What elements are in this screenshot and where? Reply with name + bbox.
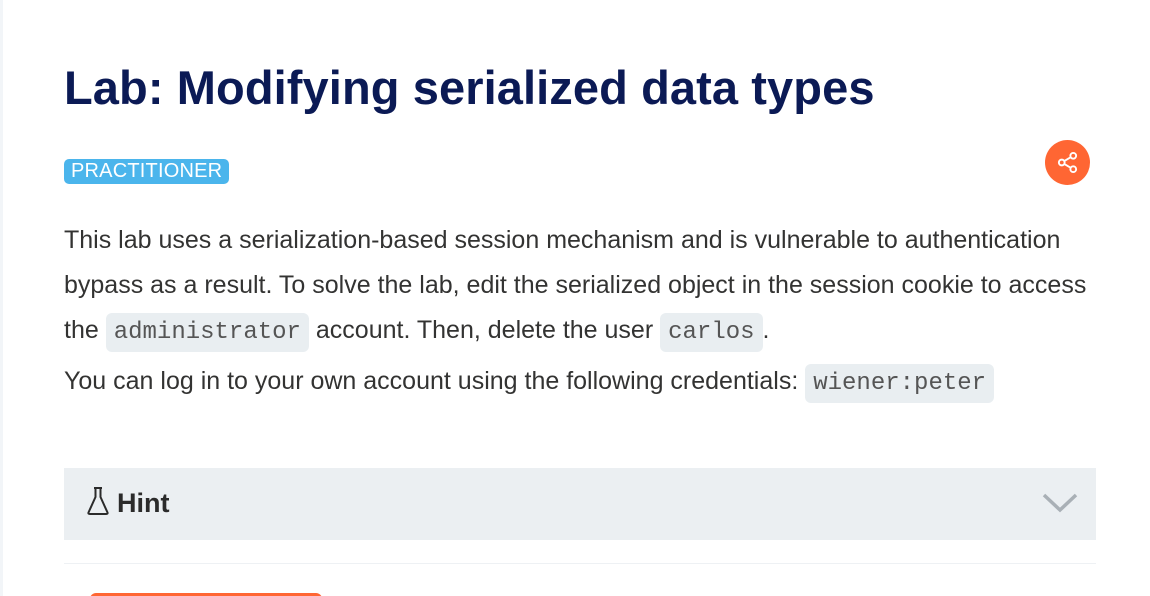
hint-label: Hint (117, 488, 170, 518)
lab-content: Lab: Modifying serialized data types PRA… (64, 0, 1096, 596)
credentials-text: You can log in to your own account using… (64, 367, 806, 395)
code-carlos: carlos (660, 313, 763, 352)
share-icon (1057, 151, 1078, 174)
section-divider (64, 563, 1096, 564)
flask-icon (87, 487, 109, 515)
level-badge: PRACTITIONER (64, 159, 230, 184)
description-text: account. Then, delete the user (308, 316, 661, 344)
left-border (0, 0, 3, 596)
credentials-paragraph: You can log in to your own account using… (64, 359, 1096, 406)
code-credentials: wiener:peter (805, 364, 995, 403)
page-title: Lab: Modifying serialized data types (64, 61, 875, 114)
description-paragraph: This lab uses a serialization-based sess… (64, 218, 1096, 355)
chevron-down-icon (1042, 493, 1078, 513)
code-administrator: administrator (105, 313, 309, 352)
description-text: . (762, 316, 770, 344)
hint-toggle[interactable]: Hint (64, 468, 1096, 540)
lab-description: This lab uses a serialization-based sess… (64, 218, 1096, 406)
share-button[interactable] (1045, 140, 1090, 185)
